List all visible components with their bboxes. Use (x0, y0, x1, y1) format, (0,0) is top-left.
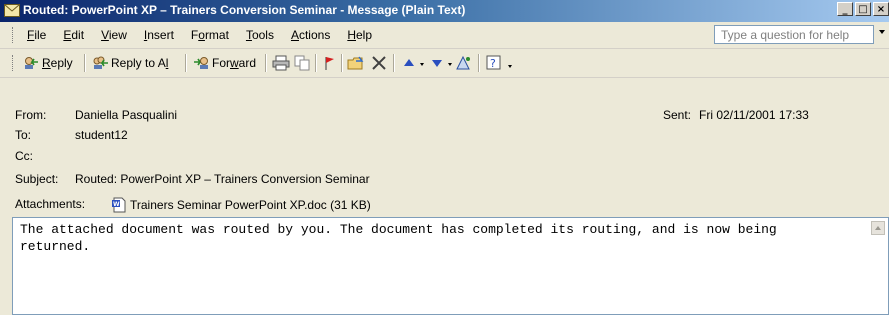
reply-icon (25, 57, 38, 69)
sent-value: Fri 02/11/2001 17:33 (699, 108, 809, 122)
toolbar-separator (185, 54, 187, 72)
message-header (0, 78, 889, 215)
menu-bar: File Edit View Insert Format Tools Actio… (0, 22, 889, 49)
toolbar-grip[interactable] (12, 55, 16, 71)
window-title: Routed: PowerPoint XP – Trainers Convers… (23, 3, 466, 17)
subject-value: Routed: PowerPoint XP – Trainers Convers… (75, 172, 370, 186)
scroll-up-button[interactable] (871, 221, 885, 235)
from-label: From: (15, 108, 47, 122)
toolbar-separator (478, 54, 480, 72)
subject-label: Subject: (15, 172, 59, 186)
menu-view[interactable]: View (101, 28, 127, 42)
copy-icon[interactable] (293, 55, 311, 71)
menu-help[interactable]: Help (347, 28, 372, 42)
menu-insert[interactable]: Insert (144, 28, 174, 42)
reply-button[interactable]: Reply (23, 54, 73, 72)
to-value[interactable]: student12 (75, 128, 128, 142)
toolbar-separator (315, 54, 317, 72)
envelope-icon (4, 4, 20, 17)
maximize-button[interactable]: □ (855, 2, 871, 16)
minimize-button[interactable]: _ (837, 2, 853, 16)
cc-label: Cc: (15, 149, 33, 163)
ask-question-input[interactable]: Type a question for help (714, 25, 874, 44)
ask-dropdown-arrow-icon[interactable] (879, 30, 885, 34)
attachments-label: Attachments: (15, 197, 86, 211)
menu-actions[interactable]: Actions (291, 28, 330, 42)
title-bar[interactable]: Routed: PowerPoint XP – Trainers Convers… (0, 0, 889, 22)
menu-file[interactable]: File (27, 28, 46, 42)
menu-format[interactable]: Format (191, 28, 229, 42)
toolbar-separator (341, 54, 343, 72)
word-document-icon[interactable]: W (112, 197, 127, 213)
message-body[interactable]: The attached document was routed by you.… (12, 217, 889, 315)
toolbar-separator (265, 54, 267, 72)
forward-icon (194, 57, 208, 69)
attachment-link[interactable]: Trainers Seminar PowerPoint XP.doc (31 K… (130, 198, 371, 212)
follow-up-flag-icon[interactable] (320, 55, 338, 71)
sent-label: Sent: (663, 108, 692, 122)
svg-text:?: ? (490, 57, 496, 70)
to-label: To: (15, 128, 32, 142)
menu-tools[interactable]: Tools (246, 28, 274, 42)
standard-toolbar: Reply Reply to Al For w ard ? (0, 49, 889, 78)
move-to-folder-icon[interactable] (347, 55, 365, 71)
close-button[interactable]: × (873, 2, 889, 16)
toolbar-options-icon[interactable] (504, 55, 522, 71)
delete-icon[interactable] (370, 55, 388, 71)
from-value[interactable]: Daniella Pasqualini (75, 108, 177, 122)
menu-grip[interactable] (12, 27, 16, 43)
help-icon[interactable]: ? (485, 55, 503, 71)
reply-all-icon (93, 56, 108, 69)
toolbar-separator (393, 54, 395, 72)
svg-text:W: W (113, 201, 120, 208)
window-controls: _ □ × (835, 2, 889, 16)
menu-edit[interactable]: Edit (63, 28, 84, 42)
address-book-icon[interactable] (455, 55, 473, 71)
print-icon[interactable] (272, 55, 290, 71)
forward-button[interactable]: For w ard (193, 54, 256, 72)
toolbar-separator (84, 54, 86, 72)
message-body-text: The attached document was routed by you.… (20, 222, 777, 254)
reply-all-button[interactable]: Reply to Al (92, 54, 168, 72)
